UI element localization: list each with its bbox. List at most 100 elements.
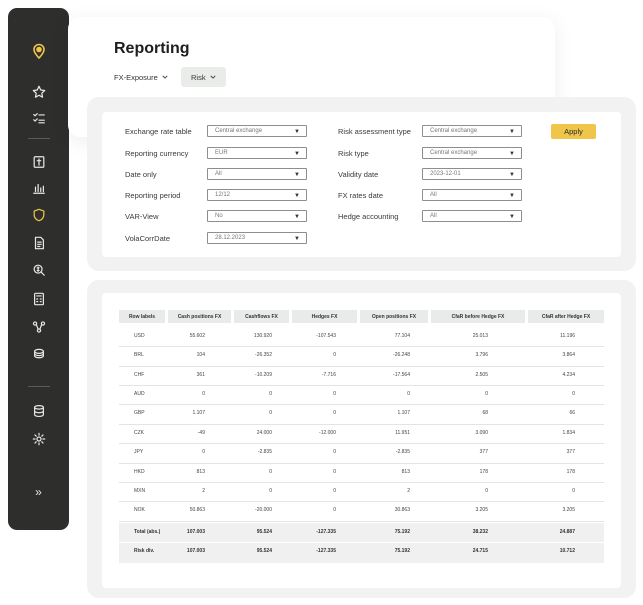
table-cell: 68 (482, 410, 488, 416)
table-cell: 50.863 (189, 507, 205, 513)
column-header[interactable]: CfaR before Hedge FX (431, 310, 525, 323)
column-header[interactable]: CfaR after Hedge FX (528, 310, 604, 323)
total-cell: 95.524 (256, 529, 272, 535)
table-cell: 0 (572, 391, 575, 397)
table-cell: 11.196 (560, 333, 575, 339)
table-cell: 361 (196, 372, 205, 378)
select-value: 12/12 (215, 192, 231, 198)
star-icon[interactable] (31, 84, 47, 100)
app-root: » Reporting FX-Exposure Risk Exchange ra… (0, 0, 643, 605)
table-cell: 0 (202, 449, 205, 455)
calculator-icon[interactable] (31, 291, 47, 307)
coins-icon[interactable] (31, 346, 47, 362)
table-cell: 0 (333, 507, 336, 513)
tab-label: FX-Exposure (114, 72, 158, 82)
table-cell: 1.107 (397, 410, 410, 416)
search-money-icon[interactable] (31, 262, 47, 278)
column-header[interactable]: Hedges FX (292, 310, 357, 323)
table-cell: 3.864 (562, 352, 575, 358)
select-value: EUR (215, 150, 228, 156)
table-cell: 2.505 (475, 372, 488, 378)
table-cell: 178 (479, 469, 488, 475)
table-cell: 0 (485, 488, 488, 494)
table-cell: 66 (569, 410, 575, 416)
var-view-select[interactable]: No ▼ (207, 210, 307, 222)
column-header[interactable]: Cashflows FX (234, 310, 289, 323)
row-label: GBP (134, 410, 145, 416)
location-pin-icon[interactable] (30, 42, 48, 60)
select-value: All (215, 171, 222, 177)
risk-type-select[interactable]: Central exchange ▼ (422, 147, 522, 159)
filter-label: Date only (125, 170, 157, 179)
total-cell: 38.232 (472, 529, 488, 535)
table-cell: 178 (566, 469, 575, 475)
tab-risk[interactable]: Risk (181, 67, 226, 87)
page-title: Reporting (114, 40, 190, 57)
table-cell: 0 (333, 469, 336, 475)
table-cell: 0 (333, 352, 336, 358)
expand-icon[interactable]: » (31, 484, 47, 500)
row-label: NOK (134, 507, 145, 513)
database-icon[interactable] (31, 403, 47, 419)
table-cell: -20.000 (255, 507, 272, 513)
exchange-rate-table-select[interactable]: Central exchange ▼ (207, 125, 307, 137)
filter-label: VAR-View (125, 212, 159, 221)
column-header[interactable]: Row labels (119, 310, 165, 323)
filter-label: Hedge accounting (338, 212, 399, 221)
table-cell: -10.209 (255, 372, 272, 378)
select-value: Central exchange (215, 128, 263, 134)
bar-chart-icon[interactable] (31, 180, 47, 196)
checklist-icon[interactable] (31, 110, 47, 126)
table-cell: 11.951 (395, 430, 410, 436)
table-cell: 0 (269, 391, 272, 397)
row-label: USD (134, 333, 145, 339)
dropdown-arrow-icon: ▼ (294, 214, 300, 220)
column-header[interactable]: Cash positions FX (168, 310, 231, 323)
tab-fx-exposure[interactable]: FX-Exposure (114, 67, 168, 87)
total-cell: 75.192 (394, 548, 410, 554)
table-cell: -26.248 (393, 352, 410, 358)
filter-label: FX rates date (338, 191, 384, 200)
dropdown-arrow-icon: ▼ (294, 236, 300, 242)
shield-icon[interactable] (31, 207, 47, 223)
apply-button[interactable]: Apply (551, 124, 596, 139)
date-only-select[interactable]: All ▼ (207, 168, 307, 180)
risk-assessment-type-select[interactable]: Central exchange ▼ (422, 125, 522, 137)
filter-label: Exchange rate table (125, 127, 192, 136)
dropdown-arrow-icon: ▼ (294, 129, 300, 135)
reporting-period-select[interactable]: 12/12 ▼ (207, 189, 307, 201)
row-divider (119, 463, 604, 464)
select-value: Central exchange (430, 128, 478, 134)
dropdown-arrow-icon: ▼ (294, 193, 300, 199)
dropdown-arrow-icon: ▼ (509, 172, 515, 178)
column-header[interactable]: Open positions FX (360, 310, 428, 323)
row-divider (119, 521, 604, 522)
table-cell: 377 (566, 449, 575, 455)
dropdown-arrow-icon: ▼ (294, 172, 300, 178)
table-cell: 3.796 (475, 352, 488, 358)
book-icon[interactable] (31, 154, 47, 170)
filter-label: Reporting period (125, 191, 181, 200)
total-cell: 24.715 (472, 548, 488, 554)
volacorrdate-select[interactable]: 28.12.2023 ▼ (207, 232, 307, 244)
flow-icon[interactable] (31, 319, 47, 335)
hedge-accounting-select[interactable]: All ▼ (422, 210, 522, 222)
row-divider (119, 346, 604, 347)
row-label: CZK (134, 430, 144, 436)
sidebar: » (8, 8, 69, 530)
dropdown-arrow-icon: ▼ (509, 129, 515, 135)
table-cell: 0 (333, 410, 336, 416)
select-value: 2023-12-01 (430, 171, 461, 177)
reporting-currency-select[interactable]: EUR ▼ (207, 147, 307, 159)
fx-rates-date-select[interactable]: All ▼ (422, 189, 522, 201)
dropdown-arrow-icon: ▼ (509, 151, 515, 157)
settings-icon[interactable] (31, 431, 47, 447)
document-icon[interactable] (31, 235, 47, 251)
table-cell: 104 (196, 352, 205, 358)
table-cell: -2.835 (257, 449, 272, 455)
table-cell: 0 (333, 449, 336, 455)
table-cell: 0 (202, 391, 205, 397)
validity-date-select[interactable]: 2023-12-01 ▼ (422, 168, 522, 180)
table-cell: 3.090 (475, 430, 488, 436)
row-label: BRL (134, 352, 144, 358)
